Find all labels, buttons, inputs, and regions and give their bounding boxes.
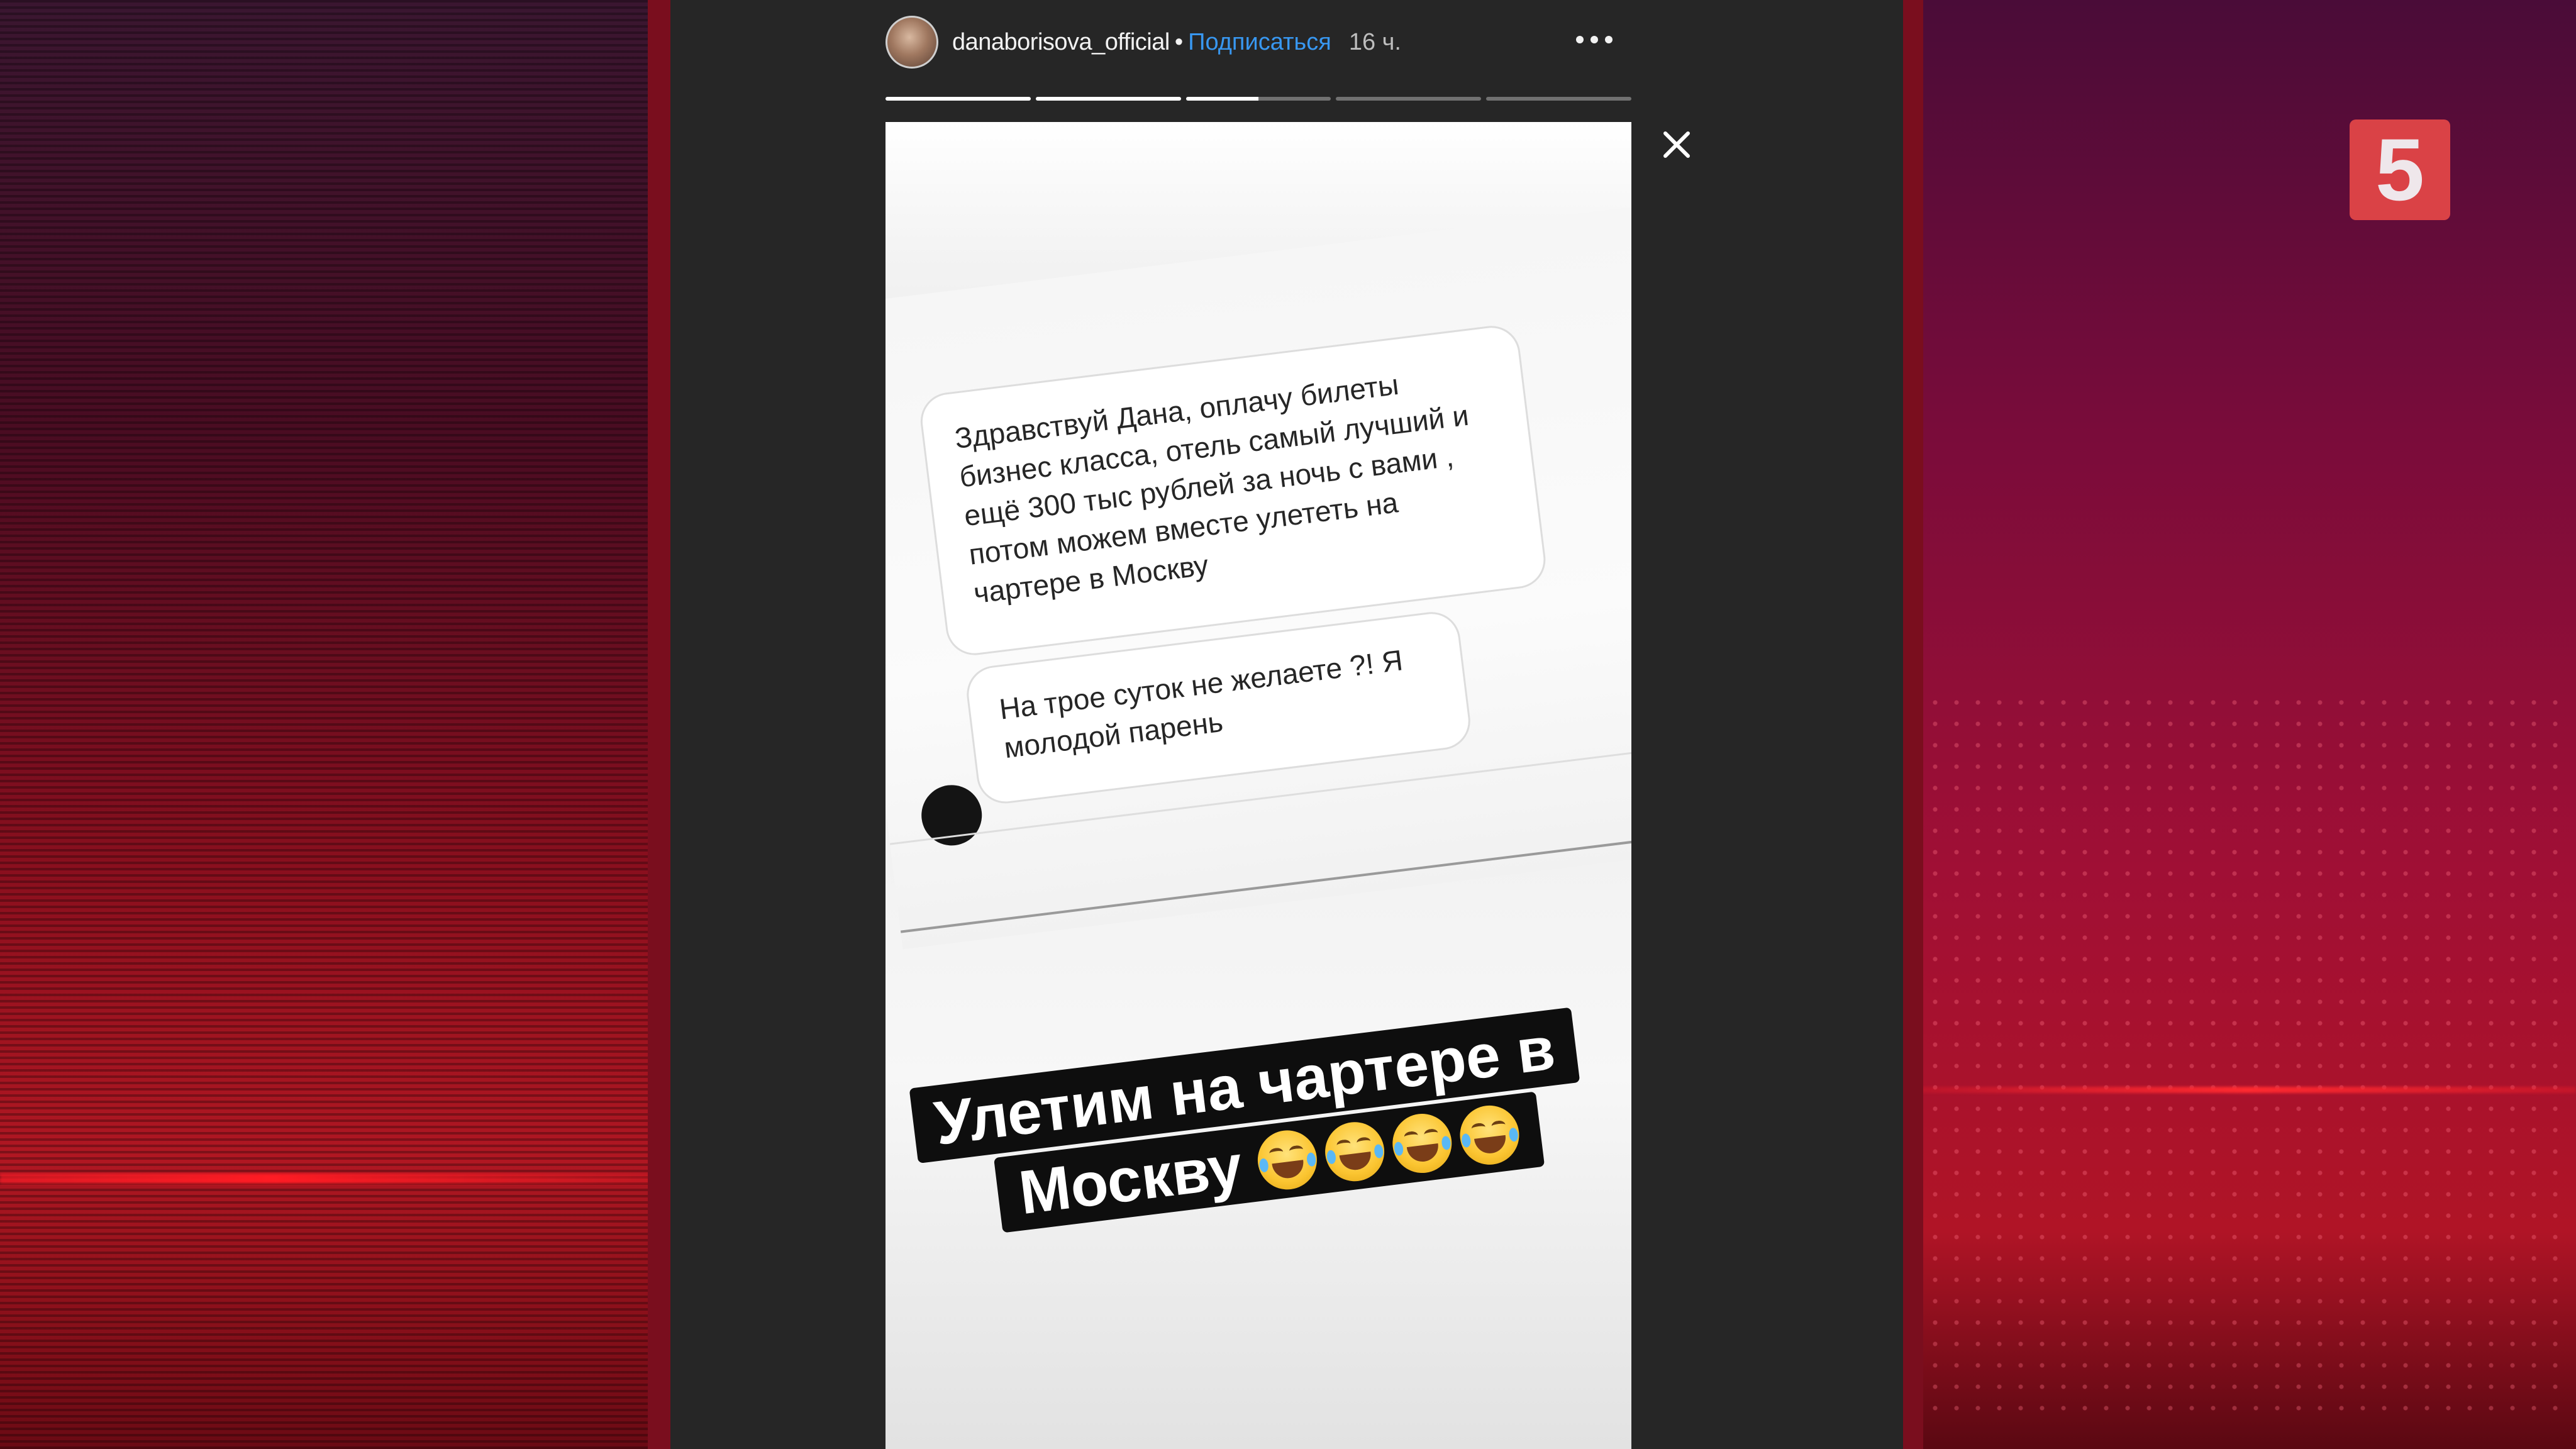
progress-segment [1486, 97, 1631, 101]
story-content[interactable]: Здравствуй Дана, оплачу билеты бизнес кл… [886, 122, 1631, 1449]
frame-border-right [1903, 0, 1923, 1449]
close-icon[interactable] [1658, 126, 1696, 164]
story-header: danaborisova_official • Подписаться 16 ч… [886, 14, 1628, 70]
progress-segment [1185, 97, 1331, 101]
story-progress-bars [886, 97, 1631, 102]
frame-border-left [648, 0, 670, 1449]
avatar[interactable] [886, 16, 938, 69]
divider [900, 831, 1631, 933]
progress-segment [1035, 97, 1181, 101]
story-timestamp: 16 ч. [1348, 28, 1401, 55]
broadcast-background-left [0, 0, 673, 1449]
caption-sticker: Улетим на чартере в Москву [909, 1006, 1604, 1257]
separator-dot: • [1174, 28, 1184, 55]
broadcast-glow-line [0, 1174, 679, 1184]
laughing-tears-emoji-icon [1254, 1126, 1321, 1193]
laughing-tears-emoji-icon [1321, 1118, 1388, 1185]
progress-segment [886, 97, 1031, 101]
laughing-tears-emoji-icon [1389, 1110, 1455, 1177]
follow-button[interactable]: Подписаться [1188, 29, 1331, 56]
broadcast-glow-line-right [1918, 1087, 2576, 1093]
message-bubble: Здравствуй Дана, оплачу билеты бизнес кл… [917, 323, 1549, 658]
laughing-tears-emoji-icon [1457, 1102, 1523, 1169]
channel-logo: 5 [2350, 119, 2450, 220]
more-options-icon[interactable] [1572, 30, 1616, 49]
username-link[interactable]: danaborisova_official [952, 29, 1170, 56]
dm-screenshot: Здравствуй Дана, оплачу билеты бизнес кл… [886, 206, 1631, 950]
progress-segment [1336, 97, 1482, 101]
broadcast-dot-pattern [1924, 692, 2572, 1415]
